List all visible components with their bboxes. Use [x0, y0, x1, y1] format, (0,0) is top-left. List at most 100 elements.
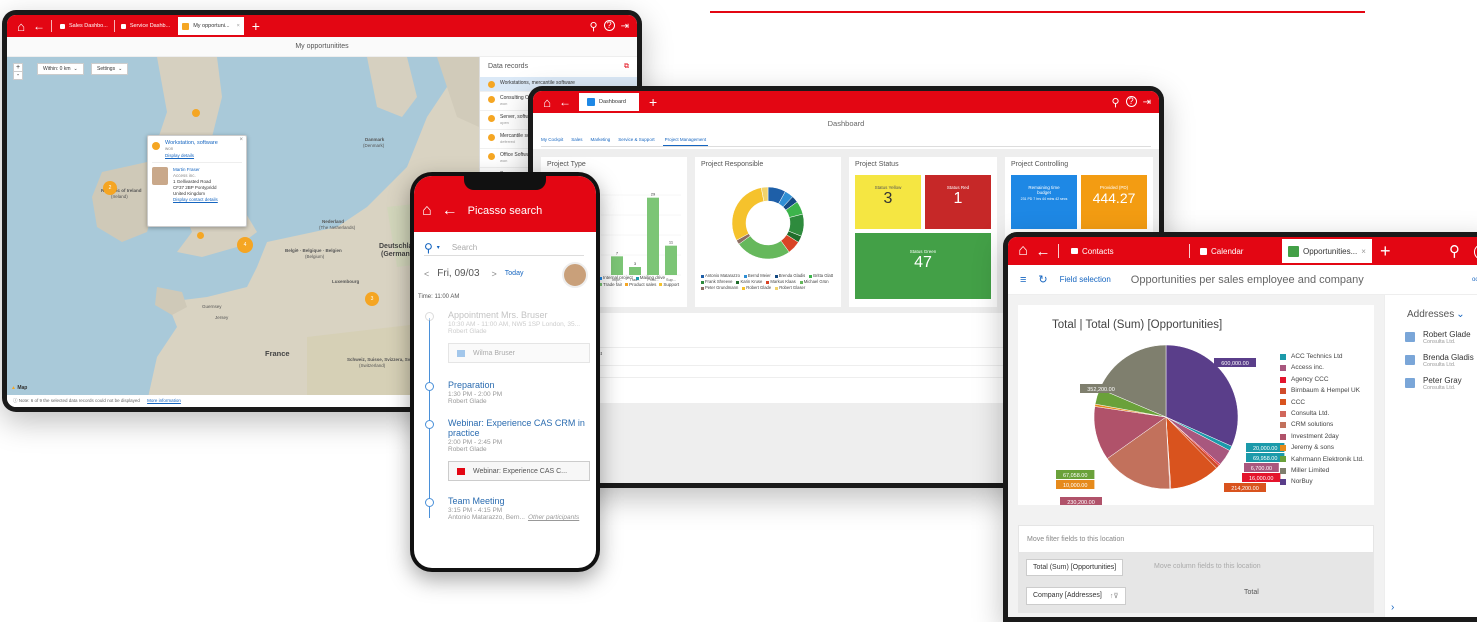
subtab[interactable]: Service & Support — [618, 137, 654, 146]
tab-my-opportunities[interactable]: My opportuni... × — [178, 17, 244, 35]
map-area[interactable]: Republic of Ireland (Ireland) Nederland … — [7, 57, 479, 395]
help-icon[interactable]: ? — [603, 19, 615, 31]
status-red-tile[interactable]: Status Red 1 — [925, 175, 991, 229]
popup-details-link[interactable]: Display details — [165, 153, 218, 158]
event-item[interactable]: Preparation 1:30 PM - 2:00 PM Robert Glade — [422, 380, 588, 405]
back-icon[interactable]: ← — [31, 19, 47, 33]
legend-item[interactable]: CCC — [1280, 397, 1364, 408]
legend-item[interactable]: Miller Limited — [1280, 465, 1364, 476]
map-pin[interactable] — [197, 232, 204, 239]
legend-item[interactable]: ACC Technics Ltd — [1280, 351, 1364, 362]
field-selection-link[interactable]: Field selection — [1060, 275, 1111, 284]
data-field-chip[interactable]: Total (Sum) [Opportunities] — [1026, 559, 1124, 576]
home-icon[interactable]: ⌂ — [13, 19, 29, 34]
event-item[interactable]: Appointment Mrs. Bruser 10:30 AM - 11:00 … — [422, 310, 590, 363]
prev-day-icon[interactable]: < — [424, 269, 429, 279]
legend-item[interactable]: Birnbaum & Hempel UK — [1280, 385, 1364, 396]
next-day-icon[interactable]: > — [492, 269, 497, 279]
legend-item[interactable]: CRM solutions — [1280, 419, 1364, 430]
event-item[interactable]: Webinar: Experience CAS CRM in practice 2… — [422, 418, 590, 481]
home-icon[interactable]: ⌂ — [1014, 242, 1032, 260]
subtab[interactable]: Sales — [571, 137, 582, 146]
other-participants-link[interactable]: Other participants — [528, 514, 579, 521]
donut-slice[interactable] — [738, 235, 790, 260]
chevron-down-icon[interactable]: ▾ — [437, 244, 440, 251]
tab-calendar[interactable]: Calendar — [1194, 237, 1282, 265]
close-icon[interactable]: × — [239, 137, 243, 143]
more-icon[interactable]: ooo — [1472, 277, 1477, 283]
zoom-in-button[interactable]: + — [14, 64, 22, 72]
close-icon[interactable]: × — [1361, 247, 1366, 256]
map-cluster[interactable]: 4 — [237, 237, 253, 253]
zoom-out-button[interactable]: - — [14, 72, 22, 79]
export-icon[interactable]: ⧉ — [624, 63, 629, 71]
address-item[interactable]: Brenda Gladis Consulta Ltd. — [1385, 349, 1477, 372]
tab-opportunities[interactable]: Opportunities... × — [1282, 239, 1372, 263]
legend-item[interactable]: Consulta Ltd. — [1280, 408, 1364, 419]
within-select[interactable]: Within: 0 km ⌄ — [37, 63, 84, 75]
subtab[interactable]: My Cockpit — [541, 137, 563, 146]
legend-item[interactable]: Jeremy & sons — [1280, 442, 1364, 453]
help-icon[interactable]: ? — [1125, 95, 1137, 107]
chevron-right-icon[interactable]: › — [1391, 602, 1394, 613]
search-icon[interactable]: ⚲ — [590, 20, 598, 33]
row-field-chip[interactable]: Company [Addresses] ↑⊽ — [1026, 587, 1126, 605]
logout-icon[interactable]: ⇥ — [1143, 96, 1151, 109]
settings-select[interactable]: Settings ⌄ — [91, 63, 129, 75]
menu-icon[interactable]: ≡ — [1020, 274, 1026, 286]
legend-item[interactable]: Agency CCC — [1280, 374, 1364, 385]
subtab[interactable]: Marketing — [591, 137, 611, 146]
map-label-netherlands: (The Netherlands) — [319, 225, 356, 230]
sort-filter-icon[interactable]: ↑⊽ — [1110, 592, 1119, 600]
map-label-ireland: (Ireland) — [111, 194, 128, 199]
legend-item[interactable]: Access inc. — [1280, 362, 1364, 373]
tab-contacts[interactable]: Contacts — [1065, 237, 1185, 265]
close-icon[interactable]: × — [237, 23, 240, 29]
search-icon[interactable]: ⚲ — [1112, 96, 1120, 109]
back-icon[interactable]: ← — [1034, 243, 1052, 260]
legend-item[interactable]: Investment 2day — [1280, 431, 1364, 442]
subtab[interactable]: Project Management — [662, 137, 709, 146]
legend-item[interactable]: Kahrmann Elektronik Ltd. — [1280, 454, 1364, 465]
home-icon[interactable]: ⌂ — [539, 95, 555, 110]
event-attachment[interactable]: Webinar: Experience CAS C... — [448, 461, 590, 481]
address-item[interactable]: Peter Gray Consulta Ltd. — [1385, 372, 1477, 395]
status-yellow-tile[interactable]: Status Yellow 3 — [855, 175, 921, 229]
bar[interactable] — [629, 267, 641, 275]
add-tab-icon[interactable]: + — [649, 94, 657, 110]
map-pin[interactable] — [192, 109, 200, 117]
bar[interactable] — [665, 245, 677, 275]
popup-contact-link[interactable]: Display contact details — [173, 197, 218, 203]
legend-item[interactable]: NorBuy — [1280, 476, 1364, 487]
tab-dashboard[interactable]: Dashboard — [579, 93, 639, 111]
donut-slice[interactable] — [731, 187, 765, 241]
add-tab-icon[interactable]: + — [252, 18, 260, 34]
home-icon[interactable]: ⌂ — [422, 202, 432, 220]
provided-tile[interactable]: Provided (PD) 444.27 — [1081, 175, 1147, 229]
opportunity-icon — [1288, 245, 1299, 257]
back-icon[interactable]: ← — [557, 95, 573, 109]
bar[interactable] — [611, 256, 623, 275]
search-icon[interactable]: ⚲ — [424, 241, 433, 255]
column-drop-zone[interactable]: Move column fields to this location — [1154, 563, 1261, 570]
addresses-header[interactable]: Addresses ⌄ — [1385, 295, 1477, 326]
address-item[interactable]: Robert Glade Consulta Ltd. — [1385, 326, 1477, 349]
tab-service-dashboard[interactable]: Service Dashb... — [117, 15, 174, 37]
search-input[interactable]: Search — [452, 243, 477, 252]
back-icon[interactable]: ← — [442, 202, 458, 220]
event-item[interactable]: Team Meeting 3:15 PM - 4:15 PM Antonio Mat… — [422, 496, 588, 521]
tab-sales-dashboard[interactable]: Sales Dashbo... — [56, 15, 112, 37]
add-tab-icon[interactable]: + — [1380, 241, 1391, 262]
filter-drop-zone[interactable]: Move filter fields to this location — [1018, 525, 1374, 553]
map-cluster[interactable]: 2 — [103, 181, 117, 195]
event-attachment[interactable]: Wilma Bruser — [448, 343, 590, 363]
search-icon[interactable]: ⚲ — [1449, 242, 1460, 260]
refresh-icon[interactable]: ↻ — [1038, 273, 1047, 286]
bar[interactable] — [647, 197, 659, 275]
status-green-tile[interactable]: Status Green 47 — [855, 233, 991, 299]
more-information-link[interactable]: More information — [147, 398, 181, 403]
map-cluster[interactable]: 3 — [365, 292, 379, 306]
remaining-time-tile[interactable]: Remaining time budget 231 PD 7 hrs 44 mi… — [1011, 175, 1077, 229]
today-link[interactable]: Today — [505, 270, 524, 277]
logout-icon[interactable]: ⇥ — [621, 20, 629, 33]
